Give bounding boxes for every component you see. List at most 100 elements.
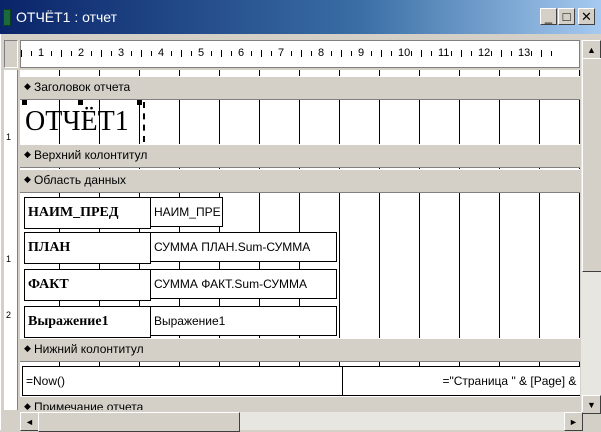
scroll-left-button[interactable]: ◄ xyxy=(20,412,39,431)
ruler-tick xyxy=(181,50,182,57)
ruler-number: 8 xyxy=(318,47,325,59)
title-bar[interactable]: ОТЧЁТ1 : отчет _ □ ✕ xyxy=(0,0,601,34)
horizontal-scrollbar[interactable]: ◄ ► xyxy=(20,412,583,432)
section-report-header[interactable]: ◆ Заголовок отчета xyxy=(20,76,580,100)
ruler-number: 11 xyxy=(438,47,450,59)
label-plan[interactable]: ПЛАН xyxy=(24,232,151,264)
field-expression1[interactable]: Выражение1 xyxy=(150,306,337,336)
minimize-icon: _ xyxy=(544,9,553,24)
minimize-button[interactable]: _ xyxy=(540,8,557,25)
ruler-tick xyxy=(71,51,72,56)
ruler-tick xyxy=(531,51,532,56)
label-naim-pred[interactable]: НАИМ_ПРЕД xyxy=(24,197,151,229)
ruler-tick xyxy=(471,51,472,56)
scroll-down-button[interactable]: ▼ xyxy=(582,395,601,414)
ruler-tick xyxy=(251,51,252,56)
ruler-tick xyxy=(301,50,302,57)
section-page-footer[interactable]: ◆ Нижний колонтитул xyxy=(20,338,580,362)
arrow-up-icon: ▲ xyxy=(587,44,596,55)
vruler-number: 1 xyxy=(6,254,12,264)
section-arrow-icon: ◆ xyxy=(24,343,31,353)
ruler-tick xyxy=(421,50,422,57)
ruler-tick xyxy=(551,51,552,56)
field-page-number[interactable]: ="Страница " & [Page] & " xyxy=(342,366,580,396)
maximize-icon: □ xyxy=(562,9,571,24)
field-naim-pred[interactable]: НАИМ_ПРЕ xyxy=(150,197,223,227)
ruler-tick xyxy=(31,51,32,56)
ruler-tick xyxy=(111,51,112,56)
section-arrow-icon: ◆ xyxy=(24,174,31,184)
selection-handle[interactable] xyxy=(22,100,27,105)
ruler-number: 5 xyxy=(198,47,205,59)
ruler-tick xyxy=(461,50,462,57)
ruler-number: 1 xyxy=(38,47,45,59)
section-arrow-icon: ◆ xyxy=(24,81,31,91)
ruler-tick xyxy=(381,50,382,57)
ruler-tick xyxy=(101,50,102,57)
horizontal-scroll-thumb[interactable] xyxy=(38,412,240,432)
ruler-number: 10 xyxy=(398,47,411,59)
vruler-number: 2 xyxy=(6,310,12,320)
horizontal-ruler[interactable]: 1 2 3 4 5 6 7 8 9 10 11 12 13 xyxy=(20,40,580,68)
arrow-left-icon: ◄ xyxy=(25,416,34,427)
vertical-scroll-thumb[interactable] xyxy=(582,58,601,272)
ruler-tick xyxy=(91,51,92,56)
ruler-number: 2 xyxy=(78,47,85,59)
close-icon: ✕ xyxy=(581,9,592,24)
ruler-number: 12 xyxy=(478,47,491,59)
arrow-right-icon: ► xyxy=(569,416,578,427)
ruler-tick xyxy=(341,50,342,57)
field-fakt-sum[interactable]: СУММА ФАКТ.Sum-СУММА xyxy=(150,269,337,299)
ruler-tick xyxy=(261,50,262,57)
window-title: ОТЧЁТ1 : отчет xyxy=(16,9,118,25)
ruler-tick xyxy=(351,51,352,56)
close-button[interactable]: ✕ xyxy=(578,8,595,25)
ruler-number: 7 xyxy=(278,47,285,59)
report-title-text: ОТЧЁТ1 xyxy=(25,106,129,137)
report-icon xyxy=(3,9,11,26)
section-label: Область данных xyxy=(34,173,126,187)
ruler-tick xyxy=(331,51,332,56)
label-expression1[interactable]: Выражение1 xyxy=(24,306,151,338)
vertical-scrollbar[interactable]: ▲ ▼ xyxy=(581,40,601,414)
ruler-tick xyxy=(411,51,412,56)
ruler-tick xyxy=(221,50,222,57)
ruler-number: 4 xyxy=(158,47,165,59)
selection-handle[interactable] xyxy=(78,100,83,105)
ruler-tick xyxy=(501,50,502,57)
ruler-tick xyxy=(231,51,232,56)
ruler-tick xyxy=(61,50,62,57)
ruler-tick xyxy=(311,51,312,56)
ruler-number: 3 xyxy=(118,47,125,59)
vruler-number: 1 xyxy=(6,132,12,142)
ruler-tick xyxy=(451,51,452,56)
ruler-tick xyxy=(151,51,152,56)
section-report-footer[interactable]: ◆ Примечание отчета xyxy=(20,396,580,410)
section-arrow-icon: ◆ xyxy=(24,401,31,410)
ruler-tick xyxy=(51,51,52,56)
ruler-tick xyxy=(391,51,392,56)
ruler-tick xyxy=(371,51,372,56)
field-plan-sum[interactable]: СУММА ПЛАН.Sum-СУММА xyxy=(150,232,337,262)
ruler-corner[interactable] xyxy=(4,40,18,68)
maximize-button[interactable]: □ xyxy=(558,8,575,25)
section-page-header[interactable]: ◆ Верхний колонтитул xyxy=(20,144,580,168)
ruler-tick xyxy=(171,51,172,56)
section-label: Верхний колонтитул xyxy=(34,148,148,162)
field-now[interactable]: =Now() xyxy=(22,366,343,396)
ruler-number: 9 xyxy=(358,47,365,59)
scroll-up-button[interactable]: ▲ xyxy=(582,40,601,59)
ruler-tick xyxy=(431,51,432,56)
vertical-ruler[interactable]: 1 1 2 xyxy=(4,70,18,410)
section-label: Нижний колонтитул xyxy=(34,342,144,356)
ruler-tick xyxy=(511,51,512,56)
selection-handle[interactable] xyxy=(137,100,142,105)
section-detail[interactable]: ◆ Область данных xyxy=(20,169,580,193)
ruler-tick xyxy=(191,51,192,56)
report-design-canvas[interactable]: ◆ Заголовок отчета ОТЧЁТ1 ◆ Верхний коло… xyxy=(20,70,580,410)
label-fakt[interactable]: ФАКТ xyxy=(24,269,151,301)
ruler-tick xyxy=(271,51,272,56)
scroll-right-button[interactable]: ► xyxy=(564,412,583,431)
section-label: Примечание отчета xyxy=(34,400,144,410)
report-title-textbox[interactable]: ОТЧЁТ1 xyxy=(22,102,145,142)
